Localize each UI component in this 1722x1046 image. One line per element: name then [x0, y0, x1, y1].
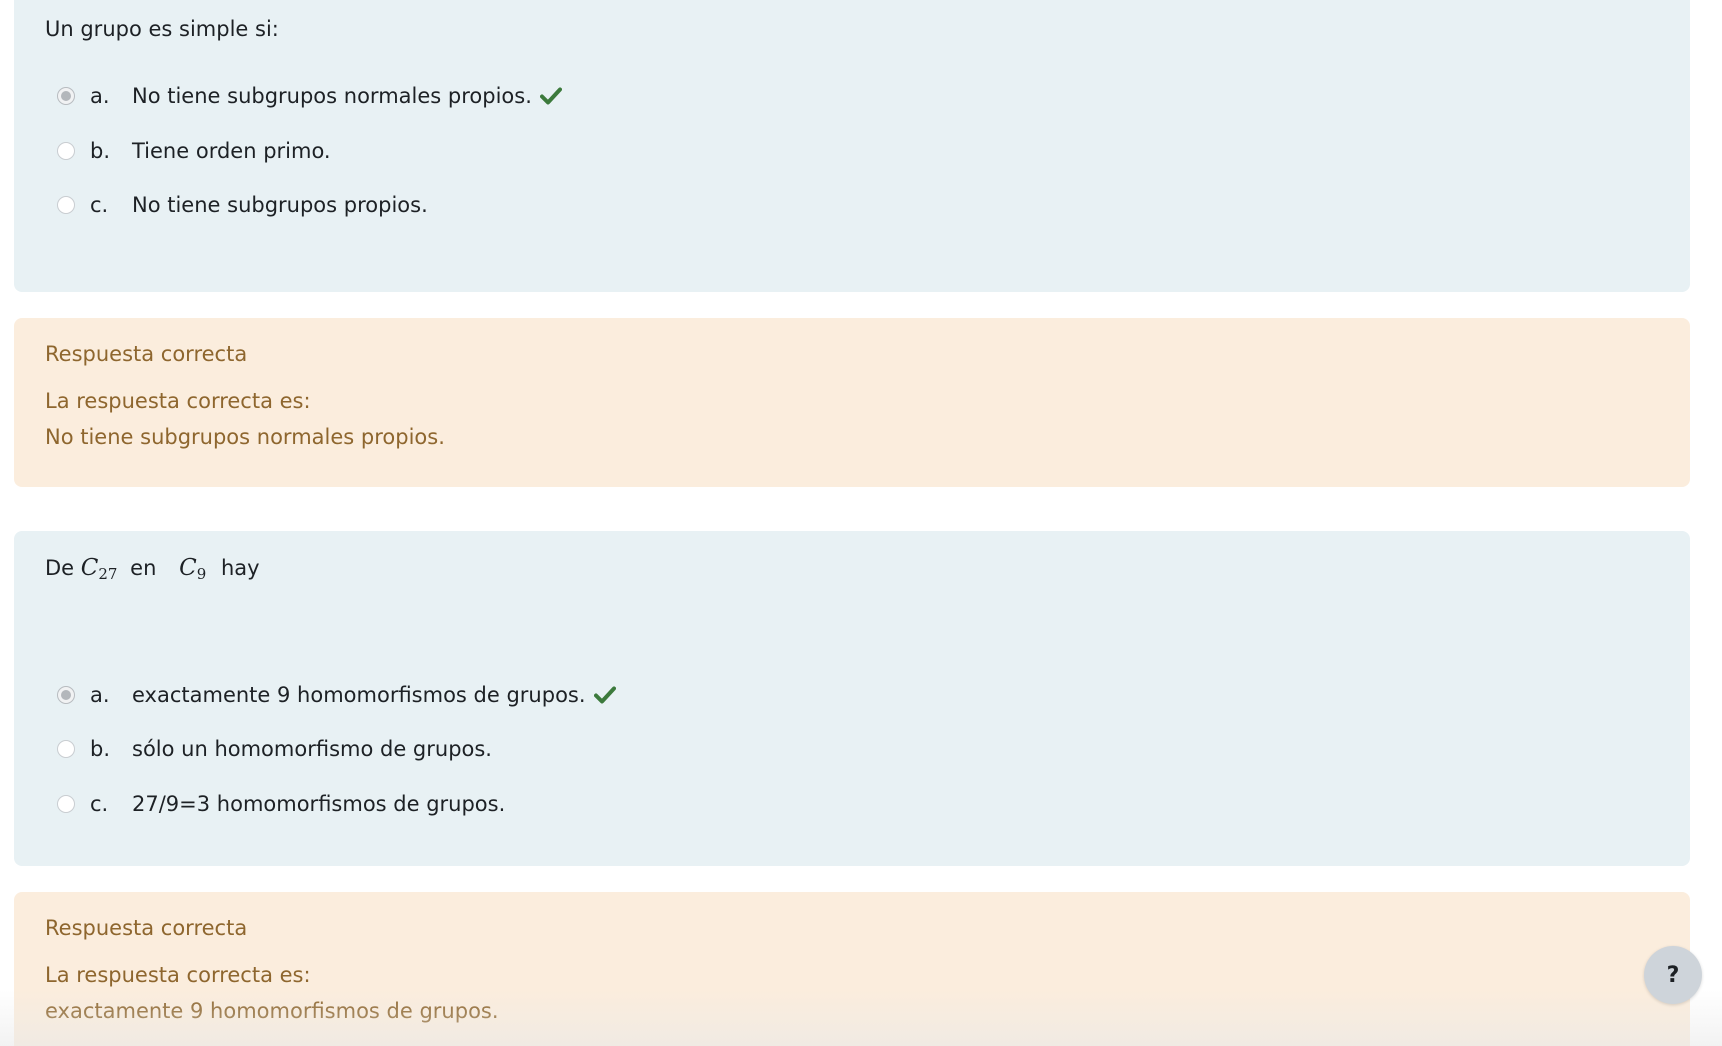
question-1-option-a[interactable]: a. No tiene subgrupos normales propios. — [57, 81, 562, 111]
radio-button[interactable] — [57, 740, 75, 758]
group-c27: C27 — [80, 555, 118, 583]
question-1-option-b[interactable]: b. Tiene orden primo. — [57, 136, 331, 166]
question-1-box: Un grupo es simple si: a. No tiene subgr… — [14, 0, 1690, 292]
option-letter: c. — [90, 792, 109, 816]
option-text: 27/9=3 homomorfismos de grupos. — [132, 792, 506, 816]
feedback-2-box: Respuesta correcta La respuesta correcta… — [14, 892, 1690, 1046]
correct-answer-text: No tiene subgrupos normales propios. — [45, 425, 445, 449]
radio-button[interactable] — [57, 142, 75, 160]
question-2-option-a[interactable]: a. exactamente 9 homomorfismos de grupos… — [57, 680, 616, 710]
question-1-prompt: Un grupo es simple si: — [45, 17, 279, 41]
question-2-option-c[interactable]: c. 27/9=3 homomorfismos de grupos. — [57, 789, 505, 819]
quiz-review-page: Un grupo es simple si: a. No tiene subgr… — [0, 0, 1722, 1046]
help-button[interactable]: ? — [1644, 946, 1702, 1004]
feedback-status: Respuesta correcta — [45, 916, 248, 940]
feedback-1-box: Respuesta correcta La respuesta correcta… — [14, 318, 1690, 487]
option-letter: b. — [90, 737, 111, 761]
question-2-option-b[interactable]: b. sólo un homomorfismo de grupos. — [57, 734, 492, 764]
correct-answer-label: La respuesta correcta es: — [45, 963, 311, 987]
correct-answer-label: La respuesta correcta es: — [45, 389, 311, 413]
prompt-suffix: hay — [220, 556, 260, 580]
prompt-prefix: De — [45, 556, 75, 580]
question-2-box: De C27 en C9 hay a. exactamente 9 homomo… — [14, 531, 1690, 866]
option-letter: b. — [90, 139, 111, 163]
question-1-option-c[interactable]: c. No tiene subgrupos propios. — [57, 190, 428, 220]
option-letter: a. — [90, 683, 110, 707]
option-letter: c. — [90, 193, 109, 217]
option-text: exactamente 9 homomorfismos de grupos. — [132, 683, 586, 707]
group-c9: C9 — [179, 555, 207, 583]
option-letter: a. — [90, 84, 110, 108]
option-text: No tiene subgrupos normales propios. — [132, 84, 532, 108]
radio-button-selected[interactable] — [57, 87, 75, 105]
radio-button[interactable] — [57, 795, 75, 813]
check-icon — [539, 87, 562, 105]
check-icon — [593, 686, 616, 704]
feedback-status: Respuesta correcta — [45, 342, 248, 366]
correct-answer-text: exactamente 9 homomorfismos de grupos. — [45, 999, 499, 1023]
option-text: Tiene orden primo. — [132, 139, 331, 163]
question-2-prompt: De C27 en C9 hay — [45, 555, 260, 587]
radio-button-selected[interactable] — [57, 686, 75, 704]
prompt-mid: en — [130, 556, 157, 580]
option-text: sólo un homomorfismo de grupos. — [132, 737, 492, 761]
option-text: No tiene subgrupos propios. — [132, 193, 428, 217]
radio-button[interactable] — [57, 196, 75, 214]
